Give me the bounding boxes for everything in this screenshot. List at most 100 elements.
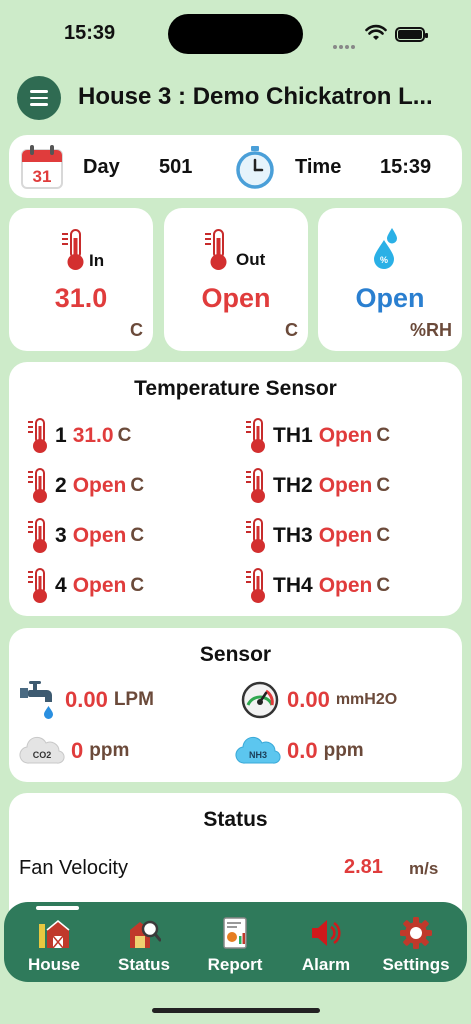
tab-bar: House Status Report Alarm Settings [4, 902, 467, 982]
status-row-label: Fan Velocity [19, 857, 128, 879]
thermometer-icon [62, 229, 84, 270]
sensor-value: Open [72, 574, 127, 597]
thermometer-icon [246, 568, 265, 603]
tab-report[interactable]: Report [190, 902, 280, 982]
tile-tag: In [89, 251, 105, 270]
sensor-unit: C [130, 575, 145, 596]
humidity-tile[interactable]: % Open %RH [318, 208, 462, 351]
temp-sensor-row[interactable]: TH1 Open C [245, 416, 390, 456]
sensor-value: Open [72, 474, 127, 497]
sensor-card: Sensor 0.00 LPM 0.00 mmH2O CO2 0 ppm NH3… [9, 628, 462, 782]
tile-value: Open [201, 283, 271, 313]
pressure-gauge-icon [241, 681, 279, 719]
tab-status[interactable]: Status [99, 902, 189, 982]
status-time: 15:39 [64, 22, 116, 44]
card-title: Sensor [199, 643, 272, 666]
status-row-unit: m/s [409, 859, 439, 878]
sensor-unit: C [376, 525, 391, 546]
nh3-row[interactable]: NH3 0.0 ppm [235, 731, 364, 771]
sensor-value: Open [318, 524, 373, 547]
co2-value: 0 [71, 738, 84, 763]
sensor-unit: C [376, 475, 391, 496]
sensor-id: TH2 [273, 474, 313, 497]
water-tap-icon [20, 681, 53, 719]
sensor-value: Open [72, 524, 127, 547]
thermometer-icon [246, 468, 265, 503]
report-icon [223, 917, 247, 949]
sensor-id: 3 [55, 524, 67, 547]
cellular-icon [333, 36, 357, 49]
sensor-id: 1 [55, 424, 67, 447]
temp-sensor-row[interactable]: 1 31.0 C [27, 416, 131, 456]
temp-sensor-row[interactable]: TH2 Open C [245, 466, 390, 506]
pressure-unit: mmH2O [335, 691, 398, 708]
card-title: Status [203, 808, 268, 831]
sensor-unit: C [117, 425, 132, 446]
speaker-icon [312, 920, 341, 946]
tab-settings[interactable]: Settings [371, 902, 461, 982]
nh3-cloud-icon: NH3 [235, 736, 281, 764]
time-value: 15:39 [380, 156, 432, 178]
nh3-icon-text: NH3 [249, 750, 267, 760]
nh3-unit: ppm [323, 740, 364, 761]
barn-icon [39, 920, 70, 949]
clock-icon [236, 146, 274, 189]
temp-sensor-row[interactable]: TH3 Open C [245, 516, 390, 556]
day-time-card: 31 Day 501 Time 15:39 [9, 135, 462, 198]
sensor-unit: C [130, 475, 145, 496]
thermometer-icon [246, 518, 265, 553]
temperature-sensor-card: Temperature Sensor 1 31.0 C 2 Open C 3 O… [9, 362, 462, 616]
sensor-id: 2 [55, 474, 67, 497]
outside-temp-tile[interactable]: Out Open C [164, 208, 308, 351]
ios-status-bar: 15:39 [0, 0, 471, 70]
status-row[interactable]: Fan Velocity 2.81 m/s [19, 855, 449, 881]
sensor-id: TH1 [273, 424, 313, 447]
temp-sensor-row[interactable]: TH4 Open C [245, 566, 390, 606]
pressure-row[interactable]: 0.00 mmH2O [241, 680, 397, 720]
calendar-number: 31 [33, 167, 52, 186]
dynamic-island [168, 14, 303, 54]
tile-unit: C [285, 320, 298, 340]
tile-value: Open [355, 283, 425, 313]
day-label: Day [83, 156, 120, 178]
co2-row[interactable]: CO2 0 ppm [19, 731, 129, 771]
tile-tag: Out [236, 250, 266, 269]
tab-label: House [28, 955, 80, 974]
tile-unit: C [130, 320, 143, 340]
calendar-icon: 31 [21, 145, 63, 189]
temp-sensor-row[interactable]: 2 Open C [27, 466, 144, 506]
sensor-value: Open [318, 574, 373, 597]
thermometer-icon [28, 418, 47, 453]
tab-alarm[interactable]: Alarm [281, 902, 371, 982]
tab-house[interactable]: House [9, 902, 99, 982]
page-title: House 3 : Demo Chickatron L... [78, 83, 433, 110]
thermometer-icon [28, 518, 47, 553]
thermometer-icon [246, 418, 265, 453]
tab-label: Report [207, 955, 263, 974]
sensor-unit: C [130, 525, 145, 546]
nh3-value: 0.0 [287, 738, 318, 763]
sensor-value: Open [318, 474, 373, 497]
inside-temp-tile[interactable]: In 31.0 C [9, 208, 153, 351]
menu-button[interactable] [17, 76, 61, 120]
temp-sensor-row[interactable]: 4 Open C [27, 566, 144, 606]
water-flow-unit: LPM [113, 689, 154, 710]
hamburger-icon [30, 90, 48, 93]
co2-cloud-icon: CO2 [19, 736, 65, 764]
gear-icon [400, 917, 432, 949]
temp-sensor-row[interactable]: 3 Open C [27, 516, 144, 556]
co2-icon-text: CO2 [33, 750, 52, 760]
water-flow-value: 0.00 [65, 687, 108, 712]
card-title: Temperature Sensor [134, 377, 337, 400]
pressure-value: 0.00 [287, 687, 330, 712]
status-icon [130, 920, 161, 948]
home-indicator[interactable] [152, 1008, 320, 1013]
sensor-id: TH4 [273, 574, 313, 597]
water-flow-row[interactable]: 0.00 LPM [19, 680, 154, 720]
humidity-drop-icon: % [374, 228, 397, 269]
thermometer-icon [205, 229, 227, 270]
sensor-id: TH3 [273, 524, 313, 547]
day-value: 501 [159, 156, 193, 178]
status-row-value: 2.81 [344, 856, 383, 878]
humidity-icon-text: % [380, 255, 388, 265]
